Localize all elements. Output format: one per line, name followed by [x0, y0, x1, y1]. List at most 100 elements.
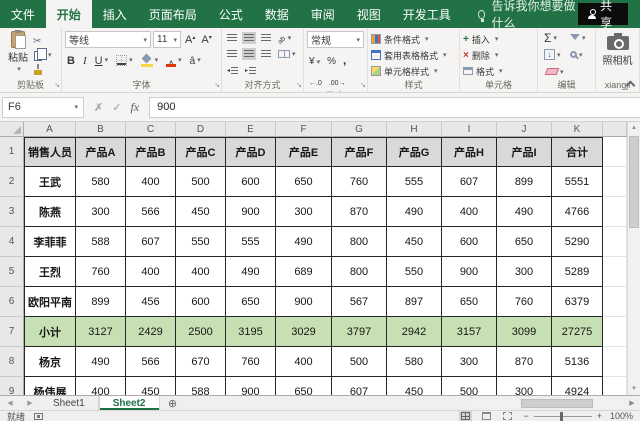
cell-B2[interactable]: 580 [76, 167, 126, 197]
row-header-8[interactable]: 8 [0, 347, 24, 377]
phonetic-guide-button[interactable] [188, 49, 203, 71]
cell-J2[interactable]: 899 [497, 167, 552, 197]
sheet-tab-Sheet1[interactable]: Sheet1 [40, 396, 99, 410]
cell-B6[interactable]: 899 [76, 287, 126, 317]
percent-style-button[interactable] [327, 51, 336, 69]
cell-C3[interactable]: 566 [126, 197, 176, 227]
cell-K1[interactable]: 合计 [552, 137, 603, 167]
cell-D5[interactable]: 400 [176, 257, 226, 287]
decrease-font-button[interactable]: A [199, 34, 213, 46]
cell-H8[interactable]: 580 [387, 347, 442, 377]
cell-K6[interactable]: 6379 [552, 287, 603, 317]
ribbon-tab-视图[interactable]: 视图 [346, 0, 392, 28]
format-cells-button[interactable]: 格式 [463, 64, 534, 79]
orientation-button[interactable] [276, 28, 293, 49]
new-sheet-button[interactable] [160, 396, 186, 410]
cell-H4[interactable]: 450 [387, 227, 442, 257]
cell-B3[interactable]: 300 [76, 197, 126, 227]
cell-J3[interactable]: 490 [497, 197, 552, 227]
cell-I4[interactable]: 600 [442, 227, 497, 257]
row-header-3[interactable]: 3 [0, 197, 24, 227]
cell-G7[interactable]: 3797 [332, 317, 387, 347]
cell-H3[interactable]: 490 [387, 197, 442, 227]
zoom-slider[interactable] [534, 416, 592, 417]
horizontal-scrollbar-thumb[interactable] [521, 399, 593, 408]
cell-G1[interactable]: 产品F [332, 137, 387, 167]
cell-H1[interactable]: 产品G [387, 137, 442, 167]
cell-A9[interactable]: 杨伟展 [24, 377, 76, 395]
cell-E4[interactable]: 555 [226, 227, 276, 257]
scroll-right-arrow-icon[interactable] [624, 399, 640, 407]
cell-A7[interactable]: 小计 [24, 317, 76, 347]
column-header-F[interactable]: F [276, 122, 332, 137]
cell-G6[interactable]: 567 [332, 287, 387, 317]
cell-D2[interactable]: 500 [176, 167, 226, 197]
decrease-decimal-button[interactable] [329, 72, 346, 90]
row-header-1[interactable]: 1 [0, 137, 24, 167]
normal-view-button[interactable] [459, 411, 472, 421]
row-header-2[interactable]: 2 [0, 167, 24, 197]
row-header-6[interactable]: 6 [0, 287, 24, 317]
cell-C8[interactable]: 566 [126, 347, 176, 377]
horizontal-scrollbar-track[interactable] [465, 399, 624, 408]
cell-E1[interactable]: 产品D [226, 137, 276, 167]
cell-F8[interactable]: 400 [276, 347, 332, 377]
cell-G3[interactable]: 870 [332, 197, 387, 227]
cell-F2[interactable]: 650 [276, 167, 332, 197]
align-right-button[interactable] [259, 48, 273, 60]
cell-B4[interactable]: 588 [76, 227, 126, 257]
cell-K4[interactable]: 5290 [552, 227, 603, 257]
cell-D7[interactable]: 2500 [176, 317, 226, 347]
next-sheet-arrow-icon[interactable]: ▶ [27, 399, 32, 407]
cell-E2[interactable]: 600 [226, 167, 276, 197]
clipboard-dialog-launcher[interactable] [54, 82, 60, 90]
cut-button[interactable] [33, 34, 52, 47]
cell-I6[interactable]: 650 [442, 287, 497, 317]
vertical-scrollbar[interactable] [627, 122, 640, 395]
tell-me-search[interactable]: 告诉我你想要做什么 [478, 0, 578, 28]
font-dialog-launcher[interactable] [214, 82, 220, 90]
cell-A3[interactable]: 陈燕 [24, 197, 76, 227]
font-size-select[interactable]: 11 [153, 31, 181, 48]
column-header-K[interactable]: K [552, 122, 603, 137]
cell-G2[interactable]: 760 [332, 167, 387, 197]
select-all-corner[interactable] [0, 122, 24, 137]
cell-F5[interactable]: 689 [276, 257, 332, 287]
increase-font-button[interactable]: A [183, 34, 197, 46]
cell-C6[interactable]: 456 [126, 287, 176, 317]
cell-D3[interactable]: 450 [176, 197, 226, 227]
bold-button[interactable] [65, 49, 77, 71]
number-dialog-launcher[interactable] [360, 82, 366, 90]
fill-button[interactable] [544, 48, 566, 61]
fill-color-button[interactable] [139, 52, 161, 69]
cell-G8[interactable]: 500 [332, 347, 387, 377]
increase-indent-button[interactable] [243, 65, 258, 76]
cell-I5[interactable]: 900 [442, 257, 497, 287]
font-name-select[interactable]: 等线 [65, 31, 151, 48]
cell-E9[interactable]: 900 [226, 377, 276, 395]
horizontal-scrollbar[interactable] [465, 396, 640, 410]
zoom-out-button[interactable] [523, 411, 528, 421]
comma-style-button[interactable] [343, 51, 346, 69]
cell-D1[interactable]: 产品C [176, 137, 226, 167]
underline-button[interactable] [93, 49, 110, 71]
cell-F7[interactable]: 3029 [276, 317, 332, 347]
cell-J4[interactable]: 650 [497, 227, 552, 257]
formula-input[interactable]: 900 [149, 97, 640, 118]
cell-I3[interactable]: 400 [442, 197, 497, 227]
cell-J9[interactable]: 300 [497, 377, 552, 395]
ribbon-tab-页面布局[interactable]: 页面布局 [138, 0, 208, 28]
cell-E6[interactable]: 650 [226, 287, 276, 317]
copy-button[interactable] [33, 48, 52, 61]
cell-F9[interactable]: 650 [276, 377, 332, 395]
macro-record-icon[interactable] [34, 413, 43, 420]
cell-E8[interactable]: 760 [226, 347, 276, 377]
alignment-dialog-launcher[interactable] [296, 82, 302, 90]
cell-G5[interactable]: 800 [332, 257, 387, 287]
align-top-button[interactable] [225, 32, 239, 44]
cell-J8[interactable]: 870 [497, 347, 552, 377]
cell-K9[interactable]: 4924 [552, 377, 603, 395]
format-as-table-button[interactable]: 套用表格格式 [371, 48, 456, 63]
camera-button[interactable]: 照相机 [599, 31, 636, 79]
number-format-select[interactable]: 常规 [307, 31, 364, 48]
